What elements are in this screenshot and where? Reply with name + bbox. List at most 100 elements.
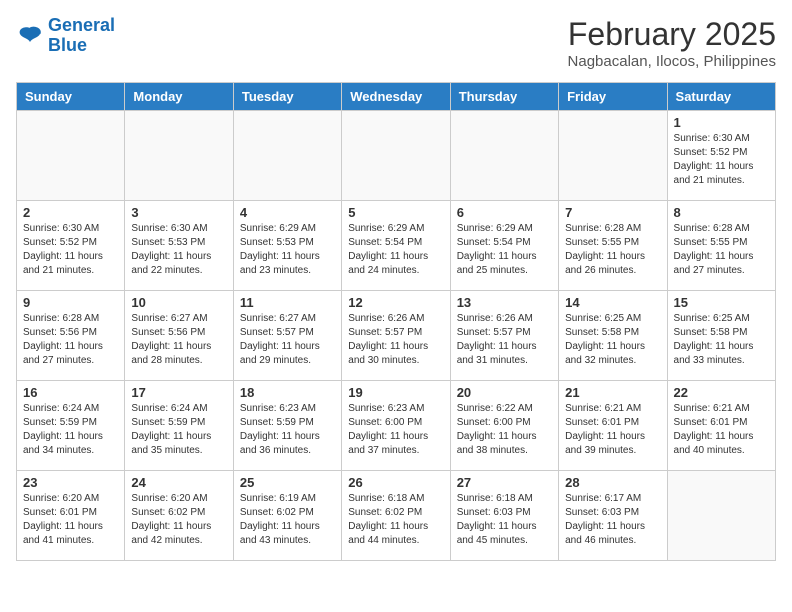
day-info: Sunrise: 6:21 AM Sunset: 6:01 PM Dayligh…	[565, 402, 660, 458]
calendar-cell: 9 Sunrise: 6:28 AM Sunset: 5:56 PM Daylig…	[17, 291, 125, 381]
calendar-cell	[559, 111, 667, 201]
day-number: 10	[131, 295, 226, 310]
weekday-header: Sunday	[17, 83, 125, 111]
day-number: 18	[240, 385, 335, 400]
day-number: 28	[565, 475, 660, 490]
logo: General Blue	[16, 16, 115, 56]
calendar-cell: 7Sunrise: 6:28 AM Sunset: 5:55 PM Daylig…	[559, 201, 667, 291]
day-info: Sunrise: 6:28 AM Sunset: 5:56 PM Dayligh…	[23, 312, 118, 368]
calendar-cell: 24 Sunrise: 6:20 AM Sunset: 6:02 PM Dayli…	[125, 471, 233, 561]
calendar-cell	[667, 471, 775, 561]
day-number: 15	[674, 295, 769, 310]
weekday-header: Saturday	[667, 83, 775, 111]
weekday-header: Tuesday	[233, 83, 341, 111]
day-number: 16	[23, 385, 118, 400]
day-info: Sunrise: 6:23 AM Sunset: 6:00 PM Dayligh…	[348, 402, 443, 458]
calendar-week-row: 23 Sunrise: 6:20 AM Sunset: 6:01 PM Dayli…	[17, 471, 776, 561]
day-number: 14	[565, 295, 660, 310]
day-number: 20	[457, 385, 552, 400]
day-info: Sunrise: 6:20 AM Sunset: 6:01 PM Dayligh…	[23, 492, 118, 548]
calendar-cell	[450, 111, 558, 201]
day-info: Sunrise: 6:24 AM Sunset: 5:59 PM Dayligh…	[131, 402, 226, 458]
day-info: Sunrise: 6:21 AM Sunset: 6:01 PM Dayligh…	[674, 402, 769, 458]
day-info: Sunrise: 6:30 AM Sunset: 5:52 PM Dayligh…	[674, 132, 769, 188]
calendar-cell: 27 Sunrise: 6:18 AM Sunset: 6:03 PM Dayli…	[450, 471, 558, 561]
calendar-header-row: SundayMondayTuesdayWednesdayThursdayFrid…	[17, 83, 776, 111]
location-subtitle: Nagbacalan, Ilocos, Philippines	[568, 53, 776, 70]
calendar-cell: 12 Sunrise: 6:26 AM Sunset: 5:57 PM Dayli…	[342, 291, 450, 381]
day-number: 3	[131, 205, 226, 220]
logo-icon	[16, 24, 44, 48]
day-number: 2	[23, 205, 118, 220]
day-number: 25	[240, 475, 335, 490]
day-number: 27	[457, 475, 552, 490]
day-info: Sunrise: 6:30 AM Sunset: 5:52 PM Dayligh…	[23, 222, 118, 278]
day-info: Sunrise: 6:19 AM Sunset: 6:02 PM Dayligh…	[240, 492, 335, 548]
calendar-cell: 11 Sunrise: 6:27 AM Sunset: 5:57 PM Dayli…	[233, 291, 341, 381]
day-info: Sunrise: 6:22 AM Sunset: 6:00 PM Dayligh…	[457, 402, 552, 458]
calendar-cell: 5Sunrise: 6:29 AM Sunset: 5:54 PM Daylig…	[342, 201, 450, 291]
calendar-cell: 26 Sunrise: 6:18 AM Sunset: 6:02 PM Dayli…	[342, 471, 450, 561]
day-info: Sunrise: 6:24 AM Sunset: 5:59 PM Dayligh…	[23, 402, 118, 458]
calendar-cell	[342, 111, 450, 201]
calendar-cell: 3 Sunrise: 6:30 AM Sunset: 5:53 PM Daylig…	[125, 201, 233, 291]
day-info: Sunrise: 6:28 AM Sunset: 5:55 PM Dayligh…	[674, 222, 769, 278]
day-number: 11	[240, 295, 335, 310]
day-info: Sunrise: 6:25 AM Sunset: 5:58 PM Dayligh…	[565, 312, 660, 368]
weekday-header: Friday	[559, 83, 667, 111]
calendar-cell	[17, 111, 125, 201]
calendar-cell: 19Sunrise: 6:23 AM Sunset: 6:00 PM Dayli…	[342, 381, 450, 471]
calendar-cell: 17 Sunrise: 6:24 AM Sunset: 5:59 PM Dayli…	[125, 381, 233, 471]
day-info: Sunrise: 6:23 AM Sunset: 5:59 PM Dayligh…	[240, 402, 335, 458]
day-number: 8	[674, 205, 769, 220]
day-number: 7	[565, 205, 660, 220]
day-number: 17	[131, 385, 226, 400]
calendar-cell: 13Sunrise: 6:26 AM Sunset: 5:57 PM Dayli…	[450, 291, 558, 381]
calendar-cell: 16 Sunrise: 6:24 AM Sunset: 5:59 PM Dayli…	[17, 381, 125, 471]
calendar-body: 1 Sunrise: 6:30 AM Sunset: 5:52 PM Daylig…	[17, 111, 776, 561]
day-info: Sunrise: 6:18 AM Sunset: 6:03 PM Dayligh…	[457, 492, 552, 548]
day-info: Sunrise: 6:29 AM Sunset: 5:54 PM Dayligh…	[348, 222, 443, 278]
day-number: 13	[457, 295, 552, 310]
calendar-cell	[125, 111, 233, 201]
day-info: Sunrise: 6:29 AM Sunset: 5:53 PM Dayligh…	[240, 222, 335, 278]
title-block: February 2025 Nagbacalan, Ilocos, Philip…	[568, 16, 776, 70]
weekday-header: Monday	[125, 83, 233, 111]
day-info: Sunrise: 6:27 AM Sunset: 5:57 PM Dayligh…	[240, 312, 335, 368]
day-number: 12	[348, 295, 443, 310]
day-info: Sunrise: 6:27 AM Sunset: 5:56 PM Dayligh…	[131, 312, 226, 368]
calendar-cell: 1 Sunrise: 6:30 AM Sunset: 5:52 PM Daylig…	[667, 111, 775, 201]
day-number: 24	[131, 475, 226, 490]
calendar-week-row: 16 Sunrise: 6:24 AM Sunset: 5:59 PM Dayli…	[17, 381, 776, 471]
day-number: 21	[565, 385, 660, 400]
calendar-cell	[233, 111, 341, 201]
calendar-week-row: 1 Sunrise: 6:30 AM Sunset: 5:52 PM Daylig…	[17, 111, 776, 201]
calendar-cell: 2 Sunrise: 6:30 AM Sunset: 5:52 PM Daylig…	[17, 201, 125, 291]
day-number: 23	[23, 475, 118, 490]
calendar-cell: 18 Sunrise: 6:23 AM Sunset: 5:59 PM Dayli…	[233, 381, 341, 471]
day-info: Sunrise: 6:25 AM Sunset: 5:58 PM Dayligh…	[674, 312, 769, 368]
calendar-cell: 4Sunrise: 6:29 AM Sunset: 5:53 PM Daylig…	[233, 201, 341, 291]
day-number: 9	[23, 295, 118, 310]
calendar-cell: 15 Sunrise: 6:25 AM Sunset: 5:58 PM Dayli…	[667, 291, 775, 381]
day-info: Sunrise: 6:20 AM Sunset: 6:02 PM Dayligh…	[131, 492, 226, 548]
calendar-cell: 28 Sunrise: 6:17 AM Sunset: 6:03 PM Dayli…	[559, 471, 667, 561]
day-info: Sunrise: 6:29 AM Sunset: 5:54 PM Dayligh…	[457, 222, 552, 278]
calendar-table: SundayMondayTuesdayWednesdayThursdayFrid…	[16, 82, 776, 561]
day-info: Sunrise: 6:17 AM Sunset: 6:03 PM Dayligh…	[565, 492, 660, 548]
day-info: Sunrise: 6:26 AM Sunset: 5:57 PM Dayligh…	[348, 312, 443, 368]
calendar-cell: 8 Sunrise: 6:28 AM Sunset: 5:55 PM Daylig…	[667, 201, 775, 291]
calendar-cell: 10 Sunrise: 6:27 AM Sunset: 5:56 PM Dayli…	[125, 291, 233, 381]
page-header: General Blue February 2025 Nagbacalan, I…	[16, 16, 776, 70]
day-number: 26	[348, 475, 443, 490]
weekday-header: Thursday	[450, 83, 558, 111]
day-info: Sunrise: 6:18 AM Sunset: 6:02 PM Dayligh…	[348, 492, 443, 548]
day-info: Sunrise: 6:30 AM Sunset: 5:53 PM Dayligh…	[131, 222, 226, 278]
month-title: February 2025	[568, 16, 776, 53]
calendar-cell: 25 Sunrise: 6:19 AM Sunset: 6:02 PM Dayli…	[233, 471, 341, 561]
day-number: 1	[674, 115, 769, 130]
calendar-cell: 23 Sunrise: 6:20 AM Sunset: 6:01 PM Dayli…	[17, 471, 125, 561]
calendar-cell: 6Sunrise: 6:29 AM Sunset: 5:54 PM Daylig…	[450, 201, 558, 291]
calendar-week-row: 9 Sunrise: 6:28 AM Sunset: 5:56 PM Daylig…	[17, 291, 776, 381]
calendar-week-row: 2 Sunrise: 6:30 AM Sunset: 5:52 PM Daylig…	[17, 201, 776, 291]
